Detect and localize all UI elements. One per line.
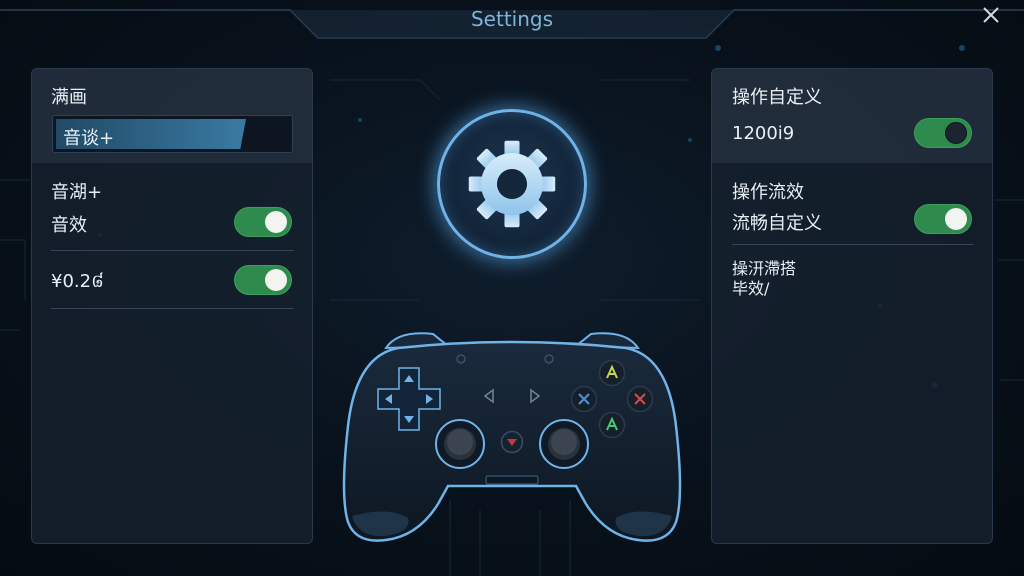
divider <box>51 308 294 309</box>
title-bar: Settings <box>0 0 1024 44</box>
close-icon <box>983 7 999 23</box>
value-text: 1200i9 <box>732 123 795 144</box>
right-section2-title: 操作流效 <box>732 182 804 203</box>
face-button-top[interactable] <box>598 359 626 391</box>
face-button-left[interactable] <box>570 385 598 417</box>
name-field-value: 音谈+ <box>63 128 115 149</box>
left-section-title: 满画 <box>51 87 87 108</box>
right-settings-panel: 操作自定义 1200i9 操作流效 流畅自定义 操汧滯搭 毕效/ <box>711 68 993 544</box>
gear-icon <box>468 140 556 228</box>
right-thumbstick[interactable] <box>538 418 590 470</box>
name-field[interactable]: 音谈+ <box>52 115 293 153</box>
left-section2-title: 音湖+ <box>51 182 103 203</box>
toggle-knob <box>945 122 967 144</box>
value-toggle[interactable] <box>234 265 292 295</box>
value-label: ¥0.2៨ <box>51 271 104 292</box>
toggle-knob <box>945 208 967 230</box>
face-button-left-icon <box>570 385 598 413</box>
left-thumbstick[interactable] <box>434 418 486 470</box>
face-button-bottom[interactable] <box>598 411 626 443</box>
start-button[interactable] <box>528 388 542 404</box>
home-button[interactable] <box>500 430 524 454</box>
note-line-2: 毕效/ <box>732 279 770 298</box>
divider <box>732 244 974 245</box>
face-button-right[interactable] <box>626 385 654 417</box>
back-button[interactable] <box>482 388 496 404</box>
custom-control-toggle[interactable] <box>914 118 972 148</box>
face-button-top-icon <box>598 359 626 387</box>
face-button-right-icon <box>626 385 654 413</box>
gamepad <box>338 326 686 548</box>
toggle-knob <box>265 269 287 291</box>
face-button-bottom-icon <box>598 411 626 439</box>
smooth-custom-label: 流畅自定义 <box>732 213 822 234</box>
sound-effect-toggle[interactable] <box>234 207 292 237</box>
divider <box>51 250 294 251</box>
sound-effect-label: 音效 <box>51 215 87 236</box>
smooth-custom-toggle[interactable] <box>914 204 972 234</box>
close-button[interactable] <box>982 6 1018 38</box>
dpad[interactable] <box>376 366 442 432</box>
right-section-title: 操作自定义 <box>732 87 822 108</box>
left-settings-panel: 满画 音谈+ 音湖+ 音效 ¥0.2៨ <box>31 68 313 544</box>
settings-gear-button[interactable] <box>437 109 587 259</box>
window-title: Settings <box>470 7 554 31</box>
toggle-knob <box>265 211 287 233</box>
